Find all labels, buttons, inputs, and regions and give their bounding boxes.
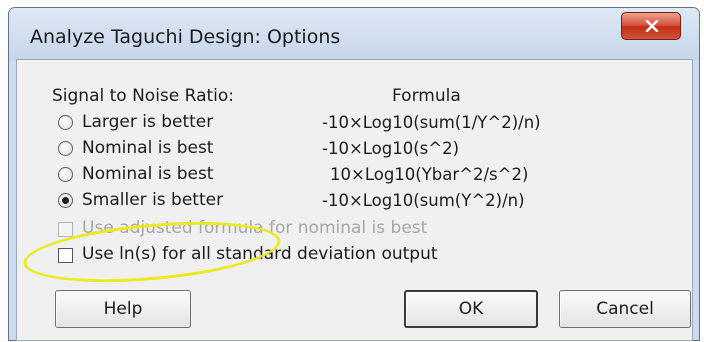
help-button[interactable]: Help — [55, 290, 191, 328]
sn-ratio-heading: Signal to Noise Ratio: — [52, 86, 235, 106]
ok-button[interactable]: OK — [404, 290, 538, 328]
option-label-nominal-is-best-2[interactable]: Nominal is best — [82, 164, 213, 184]
close-icon — [645, 20, 659, 32]
option-label-larger-is-better[interactable]: Larger is better — [82, 112, 213, 132]
use-ln-label[interactable]: Use ln(s) for all standard deviation out… — [82, 244, 438, 264]
formula-smaller-is-better: -10×Log10(sum(Y^2)/n) — [322, 191, 525, 210]
radio-nominal-is-best-1[interactable] — [58, 141, 73, 156]
radio-selected-dot — [62, 197, 69, 204]
formula-nominal-is-best-2: 10×Log10(Ybar^2/s^2) — [330, 165, 529, 184]
formula-heading: Formula — [392, 86, 461, 106]
radio-nominal-is-best-2[interactable] — [58, 167, 73, 182]
radio-larger-is-better[interactable] — [58, 115, 73, 130]
cancel-button[interactable]: Cancel — [559, 290, 691, 328]
close-button[interactable] — [621, 12, 681, 40]
dialog-content: Signal to Noise Ratio: Formula Larger is… — [16, 59, 693, 341]
dialog-title: Analyze Taguchi Design: Options — [30, 26, 341, 48]
radio-smaller-is-better[interactable] — [58, 193, 73, 208]
dialog-window: Analyze Taguchi Design: Options Signal t… — [8, 7, 700, 341]
formula-nominal-is-best-1: -10×Log10(s^2) — [322, 139, 460, 158]
adjusted-formula-label: Use adjusted formula for nominal is best — [82, 218, 428, 238]
adjusted-formula-checkbox[interactable] — [58, 222, 73, 237]
formula-larger-is-better: -10×Log10(sum(1/Y^2)/n) — [322, 113, 541, 132]
option-label-nominal-is-best-1[interactable]: Nominal is best — [82, 138, 213, 158]
title-bar[interactable]: Analyze Taguchi Design: Options — [9, 8, 699, 60]
use-ln-checkbox[interactable] — [58, 248, 73, 263]
option-label-smaller-is-better[interactable]: Smaller is better — [82, 190, 223, 210]
